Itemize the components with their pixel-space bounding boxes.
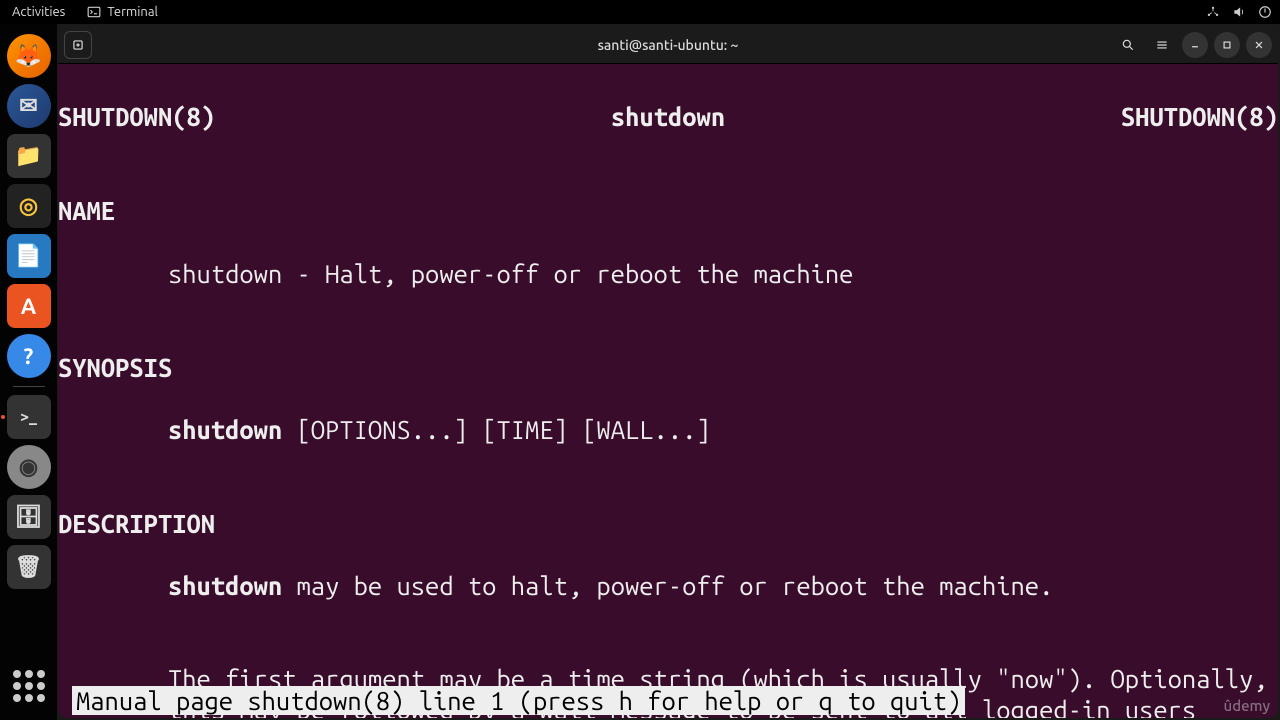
shopping-bag-icon: A — [21, 294, 36, 319]
minimize-icon — [1188, 38, 1202, 52]
synopsis-text: shutdown [OPTIONS...] [TIME] [WALL...] — [58, 414, 1278, 445]
section-synopsis: SYNOPSIS — [58, 352, 1278, 383]
disk-icon: ◉ — [19, 454, 38, 480]
new-tab-icon — [71, 38, 85, 52]
dock-firefox[interactable]: 🦊 — [7, 34, 51, 78]
drive-icon: 🗄 — [15, 504, 43, 530]
dock-software[interactable]: A — [7, 284, 51, 328]
dock-show-applications[interactable] — [7, 664, 51, 708]
close-icon — [1252, 38, 1266, 52]
activities-button[interactable]: Activities — [8, 3, 69, 21]
hamburger-icon — [1155, 38, 1169, 52]
grid-dot-icon — [13, 670, 21, 678]
man-header-center: shutdown — [611, 101, 725, 132]
search-button[interactable] — [1114, 31, 1142, 59]
sound-icon[interactable] — [1232, 5, 1246, 19]
dock-disk[interactable]: ◉ — [7, 445, 51, 489]
terminal-icon — [87, 5, 101, 19]
minimize-button[interactable] — [1182, 32, 1208, 58]
document-icon: 📄 — [15, 243, 42, 269]
man-header: SHUTDOWN(8) shutdown SHUTDOWN(8) — [58, 95, 1278, 132]
name-text: shutdown - Halt, power-off or reboot the… — [58, 258, 1278, 289]
pager-status-wrapper: Manual page shutdown(8) line 1 (press h … — [58, 686, 965, 715]
thunderbird-icon: ✉ — [19, 93, 37, 119]
terminal-icon: >_ — [20, 408, 37, 426]
man-header-left: SHUTDOWN(8) — [58, 101, 215, 132]
section-name: NAME — [58, 195, 1278, 226]
menu-button[interactable] — [1148, 31, 1176, 59]
dock-trash[interactable]: 🗑 — [7, 545, 51, 589]
new-tab-button[interactable] — [64, 31, 92, 59]
terminal-output[interactable]: SHUTDOWN(8) shutdown SHUTDOWN(8) NAME shut… — [58, 64, 1278, 718]
window-title: santi@santi-ubuntu: ~ — [598, 37, 739, 53]
power-icon[interactable] — [1258, 5, 1272, 19]
dock-help[interactable]: ? — [7, 334, 51, 378]
synopsis-cmd: shutdown — [168, 415, 282, 444]
man-header-right: SHUTDOWN(8) — [1121, 101, 1278, 132]
dock: 🦊 ✉ 📁 ◎ 📄 A ? >_ ◉ 🗄 🗑 — [0, 24, 57, 720]
dock-thunderbird[interactable]: ✉ — [7, 84, 51, 128]
desc-p1: shutdown may be used to halt, power-off … — [58, 570, 1278, 601]
gnome-topbar: Activities Terminal — [0, 0, 1280, 24]
network-icon[interactable] — [1206, 5, 1220, 19]
topbar-right — [1206, 5, 1272, 19]
maximize-icon — [1220, 38, 1234, 52]
dock-terminal[interactable]: >_ — [7, 395, 51, 439]
help-icon: ? — [24, 344, 34, 369]
synopsis-args: [OPTIONS...] [TIME] [WALL...] — [282, 415, 710, 444]
desc-p1-tail: may be used to halt, power-off or reboot… — [282, 571, 1053, 600]
section-description: DESCRIPTION — [58, 508, 1278, 539]
current-app-indicator[interactable]: Terminal — [87, 5, 158, 19]
dock-drive[interactable]: 🗄 — [7, 495, 51, 539]
dock-libreoffice[interactable]: 📄 — [7, 234, 51, 278]
speaker-icon: ◎ — [19, 193, 38, 219]
files-icon: 📁 — [15, 143, 42, 169]
terminal-window: santi@santi-ubuntu: ~ SHUTDOWN(8) shutdow… — [58, 26, 1278, 718]
dock-separator — [13, 386, 45, 387]
close-button[interactable] — [1246, 32, 1272, 58]
desc-cmd: shutdown — [168, 571, 282, 600]
app-label: Terminal — [107, 5, 158, 19]
firefox-icon: 🦊 — [15, 43, 42, 69]
topbar-left: Activities Terminal — [8, 3, 158, 21]
search-icon — [1121, 38, 1135, 52]
dock-rhythmbox[interactable]: ◎ — [7, 184, 51, 228]
dock-files[interactable]: 📁 — [7, 134, 51, 178]
trash-icon: 🗑 — [15, 554, 43, 580]
maximize-button[interactable] — [1214, 32, 1240, 58]
window-titlebar: santi@santi-ubuntu: ~ — [58, 26, 1278, 64]
pager-status: Manual page shutdown(8) line 1 (press h … — [72, 686, 965, 715]
